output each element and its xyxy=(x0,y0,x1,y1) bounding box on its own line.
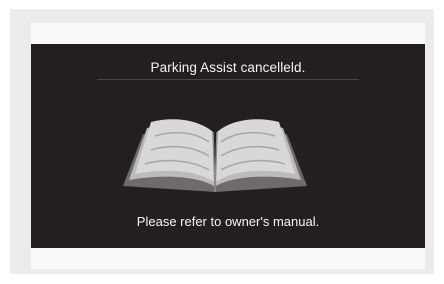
warning-message: Please refer to owner's manual. xyxy=(136,214,320,229)
open-book-icon xyxy=(123,119,307,193)
warning-title: Parking Assist cancelleld. xyxy=(150,60,306,75)
warning-screen: Parking Assist cancelleld. Please refer … xyxy=(31,44,425,248)
title-divider xyxy=(97,79,359,80)
